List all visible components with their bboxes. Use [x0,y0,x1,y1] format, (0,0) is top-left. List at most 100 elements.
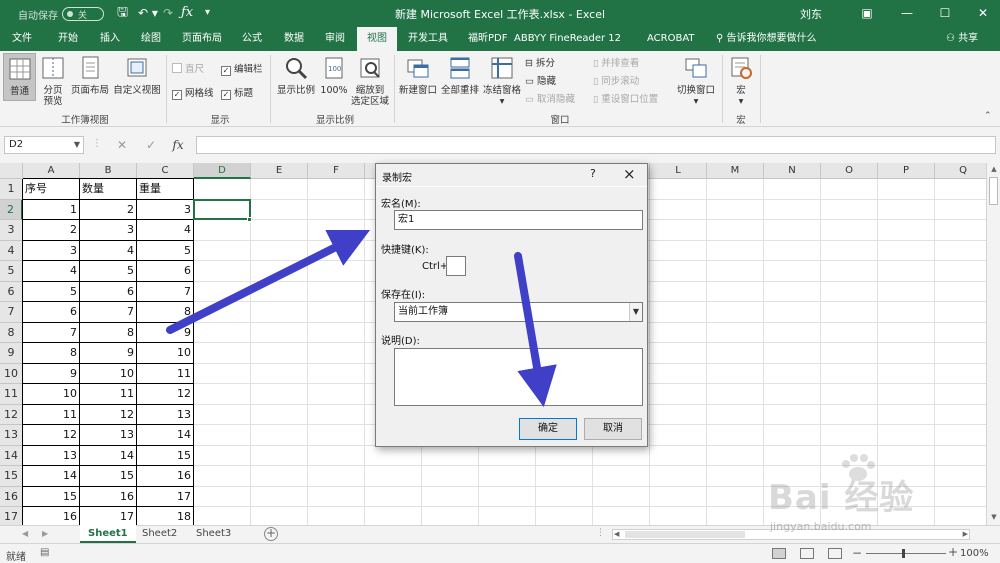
ok-button[interactable]: 确定 [519,418,577,440]
zoom-percent[interactable]: 100% [960,548,989,559]
cell[interactable]: 5 [80,261,137,282]
cell[interactable]: 4 [137,220,194,241]
cell[interactable]: 1 [23,200,80,221]
column-header[interactable]: P [878,163,935,179]
column-header[interactable]: O [821,163,878,179]
sheet-tab-1[interactable]: Sheet1 [80,525,136,543]
row-header[interactable]: 12 [0,404,23,425]
column-header[interactable]: L [650,163,707,179]
minimize-icon[interactable]: — [896,3,918,23]
row-header[interactable]: 8 [0,322,23,343]
page-layout-view-button[interactable]: 页面布局 [69,56,111,96]
column-header[interactable]: N [764,163,821,179]
column-header[interactable]: F [308,163,365,179]
row-header[interactable]: 15 [0,466,23,487]
cell-header[interactable]: 序号 [23,179,80,200]
cell[interactable]: 4 [23,261,80,282]
cell[interactable]: 3 [80,220,137,241]
cell[interactable]: 4 [80,241,137,262]
cell[interactable]: 12 [23,425,80,446]
page-break-preview-button[interactable]: 分页 预览 [40,56,66,107]
tab-data[interactable]: 数据 [280,27,308,51]
normal-view-button[interactable]: 普通 [3,53,36,101]
split-button[interactable]: ⊟ 拆分 [525,57,555,71]
cell[interactable]: 11 [23,405,80,426]
unhide-button[interactable]: ▭ 取消隐藏 [525,93,575,107]
row-header[interactable]: 7 [0,302,23,323]
active-cell-d2[interactable] [193,198,251,220]
cell[interactable]: 14 [23,466,80,487]
ruler-checkbox[interactable]: 直尺 [172,63,204,77]
cell[interactable]: 3 [137,200,194,221]
headings-checkbox[interactable]: ✓ 标题 [221,87,253,101]
column-header[interactable]: D [194,163,251,179]
cell[interactable]: 6 [137,261,194,282]
cell[interactable]: 16 [80,487,137,508]
cancel-button[interactable]: 取消 [584,418,642,440]
insert-function-button[interactable]: fx [168,136,188,154]
tab-abbyy[interactable]: ABBYY FineReader 12 [510,27,625,51]
row-header[interactable]: 10 [0,363,23,384]
view-side-by-side-button[interactable]: ▯ 并排查看 [593,57,639,71]
sheet-tab-3[interactable]: Sheet3 [188,525,239,543]
cell[interactable]: 8 [137,302,194,323]
select-all-corner[interactable] [0,163,23,179]
cell[interactable]: 15 [137,446,194,467]
zoom-slider-thumb[interactable] [902,549,905,558]
cell[interactable]: 16 [137,466,194,487]
cell[interactable]: 10 [80,364,137,385]
cell-header[interactable]: 数量 [80,179,137,200]
shortcut-key-input[interactable] [446,256,466,276]
close-icon[interactable]: × [623,165,636,183]
dropdown-arrow-icon[interactable]: ▼ [629,303,642,321]
cell[interactable]: 17 [137,487,194,508]
switch-windows-button[interactable]: 切换窗口 ▾ [676,56,716,107]
tab-view[interactable]: 视图 [357,27,397,51]
cell[interactable]: 7 [23,323,80,344]
formula-bar-checkbox[interactable]: ✓ 编辑栏 [221,63,263,77]
help-icon[interactable]: ? [590,167,596,180]
column-header[interactable]: B [80,163,137,179]
macros-button[interactable]: 宏 ▾ [727,56,755,107]
tab-acrobat[interactable]: ACROBAT [643,27,699,51]
prev-sheet-icon[interactable]: ◀ [22,529,28,538]
cell[interactable]: 8 [23,343,80,364]
scroll-down-icon[interactable]: ▼ [987,513,1000,521]
cell[interactable]: 6 [23,302,80,323]
cell[interactable]: 17 [80,507,137,525]
drag-handle-icon[interactable]: ⋮ [92,138,102,149]
cell[interactable]: 18 [137,507,194,525]
cell[interactable]: 9 [23,364,80,385]
description-textarea[interactable] [394,348,643,406]
cancel-icon[interactable]: ✕ [112,136,132,154]
cell[interactable]: 13 [23,446,80,467]
user-name[interactable]: 刘东 [800,6,822,22]
cell[interactable]: 5 [23,282,80,303]
row-header[interactable]: 6 [0,281,23,302]
tab-formulas[interactable]: 公式 [238,27,266,51]
cell[interactable]: 2 [23,220,80,241]
sheet-tab-2[interactable]: Sheet2 [134,525,185,543]
macro-name-input[interactable]: 宏1 [394,210,643,230]
maximize-icon[interactable]: ☐ [934,3,956,23]
cell[interactable]: 9 [137,323,194,344]
page-break-status-icon[interactable] [828,548,842,559]
cell[interactable]: 7 [137,282,194,303]
cell[interactable]: 3 [23,241,80,262]
tab-insert[interactable]: 插入 [96,27,124,51]
cell[interactable]: 8 [80,323,137,344]
tab-file[interactable]: 文件 [8,27,36,51]
row-header[interactable]: 13 [0,425,23,446]
cell[interactable]: 10 [137,343,194,364]
freeze-panes-button[interactable]: 冻结窗格 ▾ [482,56,522,107]
cell[interactable]: 9 [80,343,137,364]
custom-views-button[interactable]: 自定义视图 [112,56,162,96]
row-header[interactable]: 4 [0,240,23,261]
zoom-button[interactable]: 显示比例 [276,56,316,96]
row-header[interactable]: 16 [0,486,23,507]
column-header[interactable]: C [137,163,194,179]
tell-me-search[interactable]: ⚲ 告诉我你想要做什么 [712,27,821,51]
cell-header[interactable]: 重量 [137,179,194,200]
cell[interactable]: 7 [80,302,137,323]
close-icon[interactable]: ✕ [972,3,994,23]
